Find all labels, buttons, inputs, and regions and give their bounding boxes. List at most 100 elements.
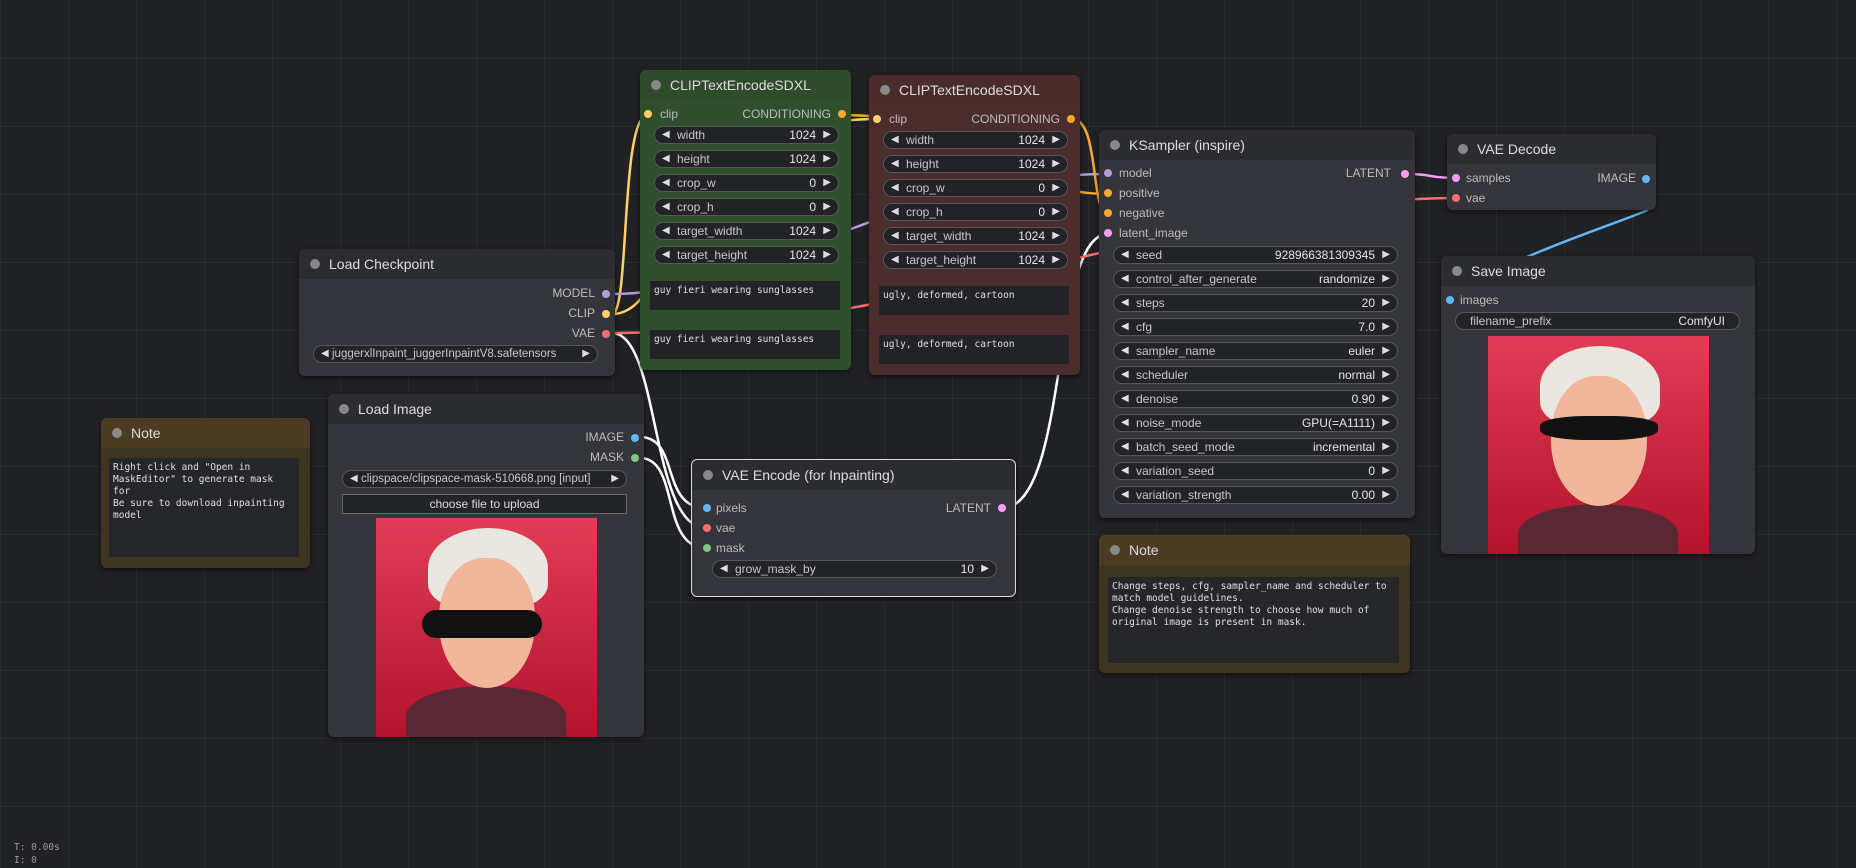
right-arrow-icon[interactable]: ▶ [611,471,619,487]
note-node-mask[interactable]: Note Right click and "Open in MaskEditor… [101,418,310,568]
widget-width[interactable]: ◀ width 1024 ▶ [883,131,1068,149]
widget-noise-mode[interactable]: ◀ noise_mode GPU(=A1111) ▶ [1113,414,1398,432]
positive-input-port[interactable] [1104,189,1112,197]
left-arrow-icon[interactable]: ◀ [891,156,899,172]
widget-target-height[interactable]: ◀ target_height 1024 ▶ [883,251,1068,269]
text-l-input[interactable]: ugly, deformed, cartoon [879,335,1069,364]
widget-target-width[interactable]: ◀ target_width 1024 ▶ [883,227,1068,245]
text-l-input[interactable]: guy fieri wearing sunglasses [650,330,840,359]
left-arrow-icon[interactable]: ◀ [662,247,670,263]
widget-variation-strength[interactable]: ◀ variation_strength 0.00 ▶ [1113,486,1398,504]
node-title[interactable]: Load Image [328,394,644,424]
left-arrow-icon[interactable]: ◀ [1121,319,1129,335]
widget-sampler-name[interactable]: ◀ sampler_name euler ▶ [1113,342,1398,360]
grow-mask-by-widget[interactable]: ◀ grow_mask_by 10 ▶ [712,560,997,578]
ckpt-name-combo[interactable]: ◀ juggerxlInpaint_juggerInpaintV8.safete… [313,345,598,363]
conditioning-port[interactable] [838,110,846,118]
right-arrow-icon[interactable]: ▶ [823,127,831,143]
node-title[interactable]: VAE Encode (for Inpainting) [692,460,1015,490]
right-arrow-icon[interactable]: ▶ [1382,367,1390,383]
widget-batch-seed-mode[interactable]: ◀ batch_seed_mode incremental ▶ [1113,438,1398,456]
samples-input-port[interactable] [1452,174,1460,182]
latent-output-port[interactable] [1401,170,1409,178]
save-image-node[interactable]: Save Image images filename_prefix ComfyU… [1441,256,1755,554]
widget-cfg[interactable]: ◀ cfg 7.0 ▶ [1113,318,1398,336]
images-input-port[interactable] [1446,296,1454,304]
filename-prefix-input[interactable]: filename_prefix ComfyUI [1455,312,1740,330]
vae-port[interactable] [602,330,610,338]
model-port[interactable] [602,290,610,298]
right-arrow-icon[interactable]: ▶ [823,199,831,215]
latent-output-port[interactable] [998,504,1006,512]
mask-output-port[interactable] [631,454,639,462]
right-arrow-icon[interactable]: ▶ [1382,247,1390,263]
right-arrow-icon[interactable]: ▶ [1382,487,1390,503]
widget-target-width[interactable]: ◀ target_width 1024 ▶ [654,222,839,240]
vae-input-port[interactable] [703,524,711,532]
widget-control-after-generate[interactable]: ◀ control_after_generate randomize ▶ [1113,270,1398,288]
left-arrow-icon[interactable]: ◀ [662,151,670,167]
node-title[interactable]: CLIPTextEncodeSDXL [869,75,1080,105]
left-arrow-icon[interactable]: ◀ [1121,271,1129,287]
widget-variation-seed[interactable]: ◀ variation_seed 0 ▶ [1113,462,1398,480]
left-arrow-icon[interactable]: ◀ [321,346,329,362]
node-title[interactable]: CLIPTextEncodeSDXL [640,70,851,100]
left-arrow-icon[interactable]: ◀ [891,204,899,220]
output-vae[interactable]: VAE [572,326,595,340]
right-arrow-icon[interactable]: ▶ [1052,228,1060,244]
right-arrow-icon[interactable]: ▶ [981,561,989,577]
node-title[interactable]: Note [101,418,310,448]
node-title[interactable]: Save Image [1441,256,1755,286]
left-arrow-icon[interactable]: ◀ [1121,343,1129,359]
text-g-input[interactable]: ugly, deformed, cartoon [879,286,1069,315]
widget-crop-w[interactable]: ◀ crop_w 0 ▶ [883,179,1068,197]
left-arrow-icon[interactable]: ◀ [891,132,899,148]
left-arrow-icon[interactable]: ◀ [1121,487,1129,503]
widget-height[interactable]: ◀ height 1024 ▶ [883,155,1068,173]
clip-input-port[interactable] [644,110,652,118]
load-checkpoint-node[interactable]: Load Checkpoint MODEL CLIP VAE ◀ juggerx… [299,249,615,376]
image-output-port[interactable] [631,434,639,442]
node-title[interactable]: VAE Decode [1447,134,1656,164]
output-clip[interactable]: CLIP [568,306,595,320]
output-model[interactable]: MODEL [552,286,595,300]
vae-decode-node[interactable]: VAE Decode samples vae IMAGE [1447,134,1656,210]
widget-height[interactable]: ◀ height 1024 ▶ [654,150,839,168]
right-arrow-icon[interactable]: ▶ [823,175,831,191]
right-arrow-icon[interactable]: ▶ [1382,391,1390,407]
right-arrow-icon[interactable]: ▶ [1052,156,1060,172]
left-arrow-icon[interactable]: ◀ [1121,247,1129,263]
right-arrow-icon[interactable]: ▶ [1052,180,1060,196]
mask-input-port[interactable] [703,544,711,552]
image-output-port[interactable] [1642,175,1650,183]
right-arrow-icon[interactable]: ▶ [1382,463,1390,479]
vae-input-port[interactable] [1452,194,1460,202]
left-arrow-icon[interactable]: ◀ [662,127,670,143]
latent-input-port[interactable] [1104,229,1112,237]
widget-width[interactable]: ◀ width 1024 ▶ [654,126,839,144]
note-text[interactable]: Right click and "Open in MaskEditor" to … [109,458,299,557]
left-arrow-icon[interactable]: ◀ [1121,367,1129,383]
ksampler-node[interactable]: KSampler (inspire) model positive negati… [1099,130,1415,518]
model-input-port[interactable] [1104,169,1112,177]
right-arrow-icon[interactable]: ▶ [1382,295,1390,311]
clip-input-port[interactable] [873,115,881,123]
left-arrow-icon[interactable]: ◀ [891,180,899,196]
left-arrow-icon[interactable]: ◀ [1121,391,1129,407]
clip-text-encode-negative-node[interactable]: CLIPTextEncodeSDXL clip CONDITIONING ugl… [869,75,1080,375]
right-arrow-icon[interactable]: ▶ [823,247,831,263]
left-arrow-icon[interactable]: ◀ [891,228,899,244]
choose-file-button[interactable]: choose file to upload [342,494,627,514]
widget-seed[interactable]: ◀ seed 928966381309345 ▶ [1113,246,1398,264]
left-arrow-icon[interactable]: ◀ [662,199,670,215]
right-arrow-icon[interactable]: ▶ [823,151,831,167]
right-arrow-icon[interactable]: ▶ [1382,343,1390,359]
left-arrow-icon[interactable]: ◀ [350,471,358,487]
text-g-input[interactable]: guy fieri wearing sunglasses [650,281,840,310]
note-node-guidelines[interactable]: Note Change steps, cfg, sampler_name and… [1099,535,1410,673]
left-arrow-icon[interactable]: ◀ [1121,439,1129,455]
load-image-node[interactable]: Load Image IMAGE MASK ◀ clipspace/clipsp… [328,394,644,737]
right-arrow-icon[interactable]: ▶ [1382,271,1390,287]
vae-encode-inpaint-node[interactable]: VAE Encode (for Inpainting) pixels vae m… [691,459,1016,597]
widget-denoise[interactable]: ◀ denoise 0.90 ▶ [1113,390,1398,408]
